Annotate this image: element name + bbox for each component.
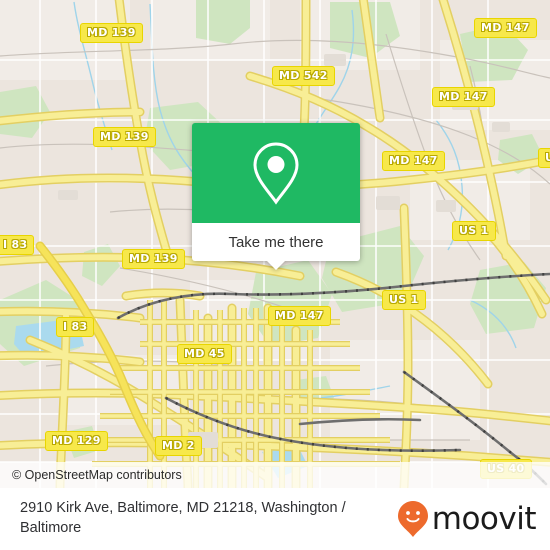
moovit-logo[interactable]: moovit — [397, 500, 537, 538]
route-shield: MD 2 — [155, 436, 202, 456]
moovit-pin-icon — [397, 501, 428, 537]
take-me-there-button[interactable]: Take me there — [192, 223, 360, 270]
route-shield: I 83 — [56, 317, 95, 337]
map-pin-icon — [253, 142, 299, 205]
map-screenshot: MD 139 MD 147 MD 542 MD 147 MD 139 MD 14… — [0, 0, 550, 550]
route-shield: MD 139 — [122, 249, 185, 269]
route-shield: MD 139 — [93, 127, 156, 147]
route-shield: MD 147 — [382, 151, 445, 171]
footer-bar: 2910 Kirk Ave, Baltimore, MD 21218, Wash… — [0, 488, 550, 550]
route-shield: US 1 — [452, 221, 496, 241]
route-shield: US 1 — [538, 148, 550, 168]
map-canvas[interactable]: MD 139 MD 147 MD 542 MD 147 MD 139 MD 14… — [0, 0, 550, 488]
route-shield: MD 147 — [268, 306, 331, 326]
moovit-wordmark: moovit — [431, 500, 537, 537]
take-me-there-label: Take me there — [228, 233, 324, 251]
route-shield: MD 542 — [272, 66, 335, 86]
popup-header — [192, 123, 360, 223]
address-text: 2910 Kirk Ave, Baltimore, MD 21218, Wash… — [20, 500, 346, 536]
map-attribution-bar: © OpenStreetMap contributors — [0, 462, 550, 488]
popup-pointer — [266, 260, 286, 270]
route-shield: I 83 — [0, 235, 35, 255]
route-shield: MD 147 — [432, 87, 495, 107]
route-shield: US 1 — [382, 290, 426, 310]
attribution-text[interactable]: © OpenStreetMap contributors — [0, 469, 182, 482]
location-popup[interactable]: Take me there — [192, 123, 360, 270]
route-shield: MD 147 — [474, 18, 537, 38]
route-shield: MD 139 — [80, 23, 143, 43]
route-shield: MD 45 — [177, 344, 232, 364]
route-shield: MD 129 — [45, 431, 108, 451]
